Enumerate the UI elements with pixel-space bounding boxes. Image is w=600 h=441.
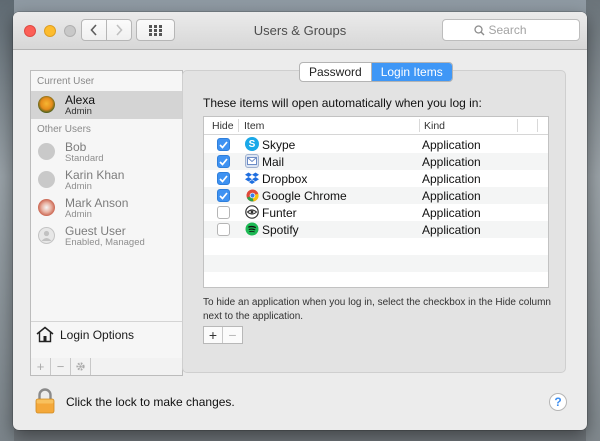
item-kind: Application [422, 206, 481, 220]
column-header-item[interactable]: Item [244, 120, 264, 132]
item-kind: Application [422, 189, 481, 203]
user-role: Admin [65, 181, 92, 192]
remove-user-button[interactable]: − [51, 358, 71, 375]
user-role: Standard [65, 153, 104, 164]
item-name: Skype [262, 138, 296, 152]
other-users-header: Other Users [37, 124, 91, 135]
action-menu-button[interactable] [71, 358, 91, 375]
user-row-mark-anson[interactable]: Mark Anson Admin [31, 194, 182, 222]
skype-icon: S [245, 137, 259, 151]
login-options-label: Login Options [60, 327, 135, 342]
hide-checkbox[interactable] [217, 189, 230, 202]
user-name: Bob [65, 140, 87, 154]
checkmark-icon [219, 191, 228, 200]
column-header-hide[interactable]: Hide [212, 120, 234, 132]
column-divider [419, 119, 420, 132]
checkmark-icon [219, 174, 228, 183]
item-name: Mail [262, 155, 285, 169]
dropbox-icon [245, 171, 259, 185]
guest-avatar-icon [38, 227, 55, 244]
column-divider [517, 119, 518, 132]
current-user-header: Current User [37, 76, 95, 87]
hide-checkbox[interactable] [217, 206, 230, 219]
mail-icon [245, 154, 259, 168]
remove-login-item-button[interactable]: − [223, 327, 242, 343]
item-kind: Application [422, 138, 481, 152]
item-kind: Application [422, 223, 481, 237]
login-items-table: Hide Item Kind S Skype Application Mail … [203, 116, 549, 288]
user-row-alexa[interactable]: Alexa Admin [31, 91, 182, 119]
lock-message: Click the lock to make changes. [66, 395, 235, 409]
lock-button[interactable] [35, 388, 55, 414]
login-options-button[interactable]: Login Options [31, 321, 182, 347]
lock-icon [35, 388, 55, 414]
add-user-button[interactable]: + [31, 358, 51, 375]
user-list-toolbar: + − [30, 358, 183, 376]
tab-login-items[interactable]: Login Items [371, 63, 452, 81]
spotify-icon [245, 222, 259, 236]
checkmark-icon [219, 140, 228, 149]
item-kind: Application [422, 172, 481, 186]
user-name: Mark Anson [65, 196, 129, 210]
user-list: Current User Alexa Admin Other Users Bob… [30, 70, 183, 359]
add-login-item-button[interactable]: + [204, 327, 223, 343]
title-bar: Users & Groups [13, 12, 587, 50]
user-role: Enabled, Managed [65, 237, 145, 248]
user-row-guest-user[interactable]: Guest User Enabled, Managed [31, 222, 182, 250]
table-row[interactable]: S Skype Application [204, 136, 548, 153]
table-row[interactable]: Mail Application [204, 153, 548, 170]
preferences-window: Users & Groups Current User Alexa Admin … [13, 12, 587, 430]
tab-password[interactable]: Password [300, 63, 372, 81]
search-field[interactable] [442, 19, 580, 41]
item-name: Spotify [262, 223, 299, 237]
search-icon [473, 24, 484, 35]
hide-hint-text: To hide an application when you log in, … [203, 297, 551, 322]
item-name: Funter [262, 206, 297, 220]
empty-table-row [204, 238, 548, 255]
checkmark-icon [219, 157, 228, 166]
column-divider [537, 119, 538, 132]
item-kind: Application [422, 155, 481, 169]
hide-checkbox[interactable] [217, 155, 230, 168]
user-name: Alexa [65, 93, 96, 107]
column-divider [238, 119, 239, 132]
house-icon [36, 326, 54, 343]
item-name: Google Chrome [262, 189, 347, 203]
gear-icon [76, 362, 85, 371]
table-row[interactable]: Funter Application [204, 204, 548, 221]
search-input[interactable] [488, 23, 549, 37]
avatar-alexa [38, 96, 55, 113]
avatar-mark-anson [38, 199, 55, 216]
tab-control: Password Login Items [299, 62, 453, 82]
column-header-kind[interactable]: Kind [424, 120, 445, 132]
user-row-bob[interactable]: Bob Standard [31, 138, 182, 166]
table-header: Hide Item Kind [204, 117, 548, 135]
avatar-karin-khan [38, 171, 55, 188]
table-row[interactable]: Spotify Application [204, 221, 548, 238]
user-name: Guest User [65, 224, 126, 238]
hide-checkbox[interactable] [217, 223, 230, 236]
empty-table-row [204, 255, 548, 272]
table-row[interactable]: Dropbox Application [204, 170, 548, 187]
user-row-karin-khan[interactable]: Karin Khan Admin [31, 166, 182, 194]
desktop-background-left [0, 0, 14, 441]
user-role: Admin [65, 209, 92, 220]
desktop-background-right [586, 0, 600, 441]
hide-checkbox[interactable] [217, 172, 230, 185]
item-name: Dropbox [262, 172, 308, 186]
user-role: Admin [65, 106, 92, 117]
user-name: Karin Khan [65, 168, 125, 182]
chrome-icon [245, 188, 259, 202]
hide-checkbox[interactable] [217, 138, 230, 151]
login-items-heading: These items will open automatically when… [203, 96, 482, 110]
table-row[interactable]: Google Chrome Application [204, 187, 548, 204]
funter-icon [245, 205, 259, 219]
help-button[interactable]: ? [549, 393, 567, 411]
login-items-toolbar: + − [203, 326, 243, 344]
avatar-bob [38, 143, 55, 160]
